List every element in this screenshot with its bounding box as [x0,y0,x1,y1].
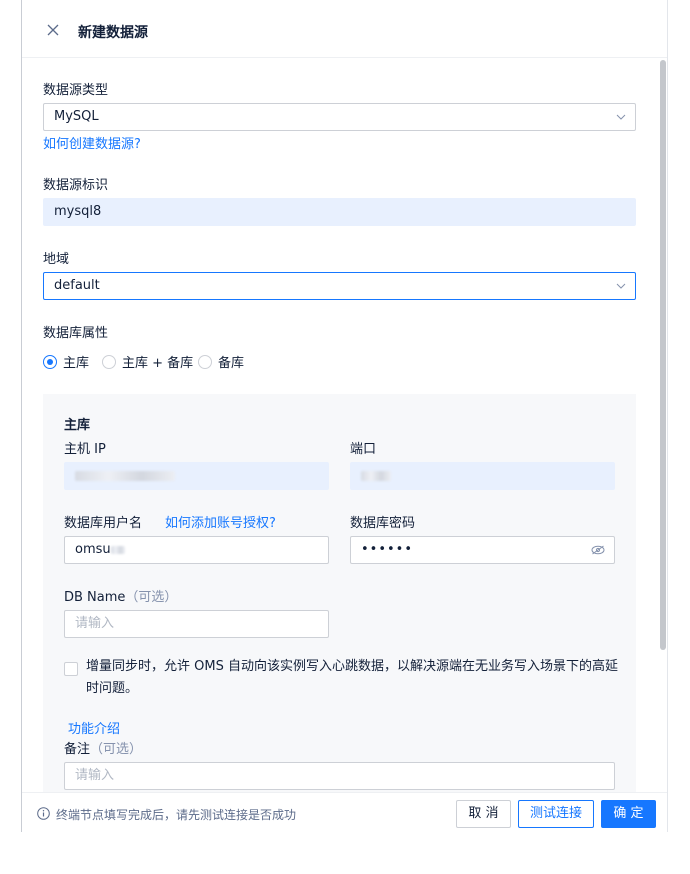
drawer-footer: 终端节点填写完成后，请先测试连接是否成功 取 消 测试连接 确 定 [22,792,667,832]
new-datasource-drawer: 新建数据源 数据源类型 MySQL 如何创建数据源? 数据源标识 mysql8 … [21,0,668,832]
source-id-value: mysql8 [54,204,102,219]
region-value: default [54,278,100,293]
drawer-header: 新建数据源 [22,0,667,58]
region-select[interactable]: default [43,272,636,300]
db-password-input[interactable]: •••••• [350,536,615,564]
cancel-button[interactable]: 取 消 [456,800,511,828]
db-user-value: omsu [75,542,111,557]
remark-placeholder: 请输入 [75,768,115,783]
eye-off-icon[interactable] [591,545,605,555]
port-input[interactable] [350,462,615,490]
chevron-down-icon [616,114,626,120]
region-label: 地域 [43,252,70,267]
remark-optional: （可选） [90,742,143,757]
db-user-input[interactable]: omsu [64,536,329,564]
source-id-label: 数据源标识 [43,178,109,193]
heartbeat-checkbox[interactable] [64,662,78,676]
host-ip-input[interactable] [64,462,329,490]
source-type-label: 数据源类型 [43,83,109,98]
source-type-select[interactable]: MySQL [43,103,636,131]
source-type-value: MySQL [54,109,99,124]
radio-primary[interactable]: 主库 [43,352,89,371]
scrollbar[interactable] [658,58,667,792]
primary-section-title: 主库 [64,418,91,433]
close-icon[interactable] [46,23,60,37]
db-name-label: DB Name（可选） [64,586,177,605]
masked-username [110,545,125,554]
feature-intro-link[interactable]: 功能介绍 [68,718,120,737]
db-user-label: 数据库用户名 [64,516,143,531]
confirm-button[interactable]: 确 定 [601,800,656,828]
db-name-placeholder: 请输入 [75,616,115,631]
radio-dot [43,354,57,369]
drawer-title: 新建数据源 [78,25,148,41]
create-datasource-help-link[interactable]: 如何创建数据源? [43,133,141,152]
db-name-label-text: DB Name [64,590,126,605]
remark-label-text: 备注 [64,742,91,757]
scrollbar-thumb[interactable] [660,60,666,650]
remark-input[interactable]: 请输入 [64,762,615,790]
add-account-help-link[interactable]: 如何添加账号授权? [165,512,276,531]
chevron-down-icon [616,283,626,289]
db-name-optional: （可选） [125,590,178,605]
radio-primary-standby[interactable]: 主库 + 备库 [102,352,193,371]
heartbeat-text: 增量同步时，允许 OMS 自动向该实例写入心跳数据，以解决源端在无业务写入场景下… [86,659,618,696]
test-connection-button[interactable]: 测试连接 [518,800,594,828]
radio-standby[interactable]: 备库 [198,352,244,371]
source-id-input[interactable]: mysql8 [43,198,636,226]
port-label: 端口 [350,442,377,457]
radio-standby-label: 备库 [218,356,245,371]
primary-db-section: 主库 主机 IP 端口 数据库用户名 如何添加账号授权? omsu 数据库密码 … [43,394,636,832]
radio-primary-label: 主库 [63,356,90,371]
db-attr-label: 数据库属性 [43,326,109,341]
db-password-value: •••••• [361,542,414,557]
masked-port [361,470,391,481]
remark-label: 备注（可选） [64,738,142,757]
footer-tip: 终端节点填写完成后，请先测试连接是否成功 [56,808,297,822]
db-name-input[interactable]: 请输入 [64,610,329,638]
masked-host-ip [75,470,175,481]
radio-primary-standby-label: 主库 + 备库 [122,356,194,371]
radio-dot [198,354,212,369]
info-icon [37,807,50,820]
db-password-label: 数据库密码 [350,516,416,531]
host-ip-label: 主机 IP [64,442,106,457]
radio-dot [102,354,116,369]
